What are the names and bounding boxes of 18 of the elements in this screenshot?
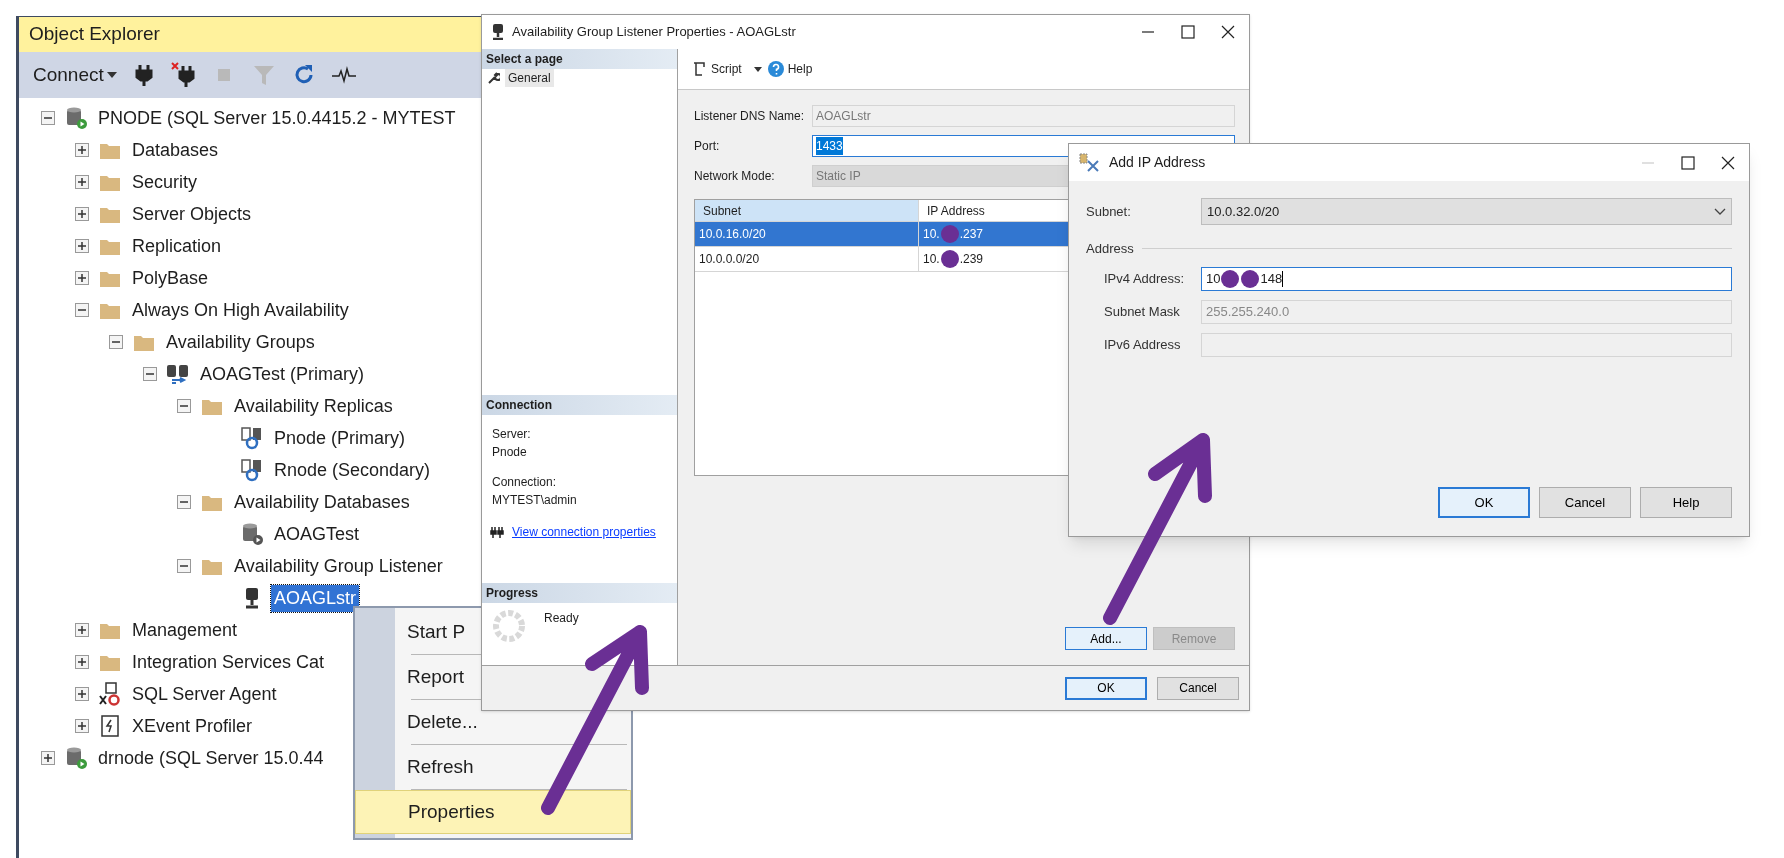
section-header: Select a page [482,49,677,69]
field-label: IPv6 Address [1104,335,1182,354]
connection-label: Connection: [492,474,558,491]
section-header: Progress [482,583,677,603]
field-label: Port: [694,138,721,155]
connection-value: MYTEST\admin [492,492,578,509]
server-value: Pnode [492,444,528,461]
section-header: Connection [482,395,677,415]
field-label: Network Mode: [694,168,776,185]
table-cell: 10.0.0.0/20 [695,247,919,271]
table-cell: 10.0.16.0/20 [695,222,919,246]
window-title: Availability Group Listener Properties - AOAGLstr [512,23,796,42]
field-label: Subnet Mask [1104,302,1181,321]
server-label: Server: [492,426,532,443]
field-label: IPv4 Address: [1104,269,1186,288]
field-label: Listener DNS Name: [694,108,806,125]
progress-status: Ready [544,610,579,627]
field-label: Subnet: [1086,202,1132,221]
